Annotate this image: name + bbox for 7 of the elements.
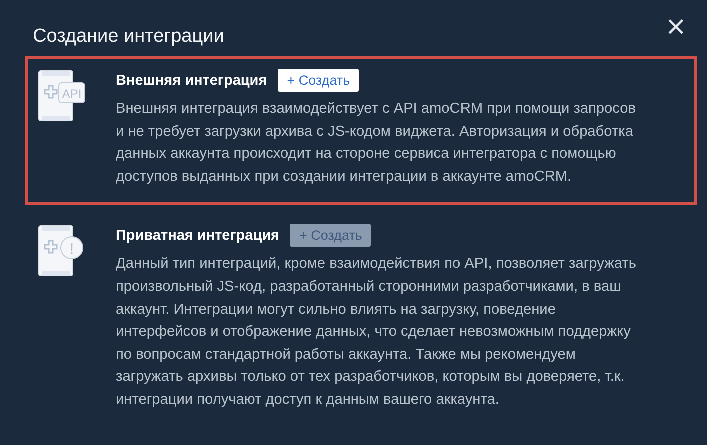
option-description: Данный тип интеграций, кроме взаимодействия по API, позволяет загружать произвольный JS-код, разработанный сторонними разработчиками, в ваш аккаунт. Интеграции могут сильно влиять на загрузку, поведение интерфейсов и отображение данных, что сделает невозможным поддержку по вопросам стандартной работы аккаунта. Также мы рекомендуем загружать архивы только от тех разработчиков, которым вы доверяете, т.к. интеграции получают доступ к данным вашего аккаунта. (116, 255, 636, 410)
create-button[interactable]: + Создать (278, 69, 360, 92)
option-title: Внешняя интеграция (116, 72, 268, 88)
close-button[interactable]: × (665, 14, 687, 40)
dialog-title: Создание интеграции (32, 26, 224, 48)
option-description: Внешняя интеграция взаимодействует с API amoCRM при помощи запросов и не требует загрузки архива с JS-кодом виджета. Авторизация и обработка данных аккаунта происходит на стороне сервиса интегратора с помощью доступов выданных при создании интеграции в аккаунте amoCRM. (116, 100, 636, 187)
option-title: Приватная интеграция (116, 228, 280, 244)
